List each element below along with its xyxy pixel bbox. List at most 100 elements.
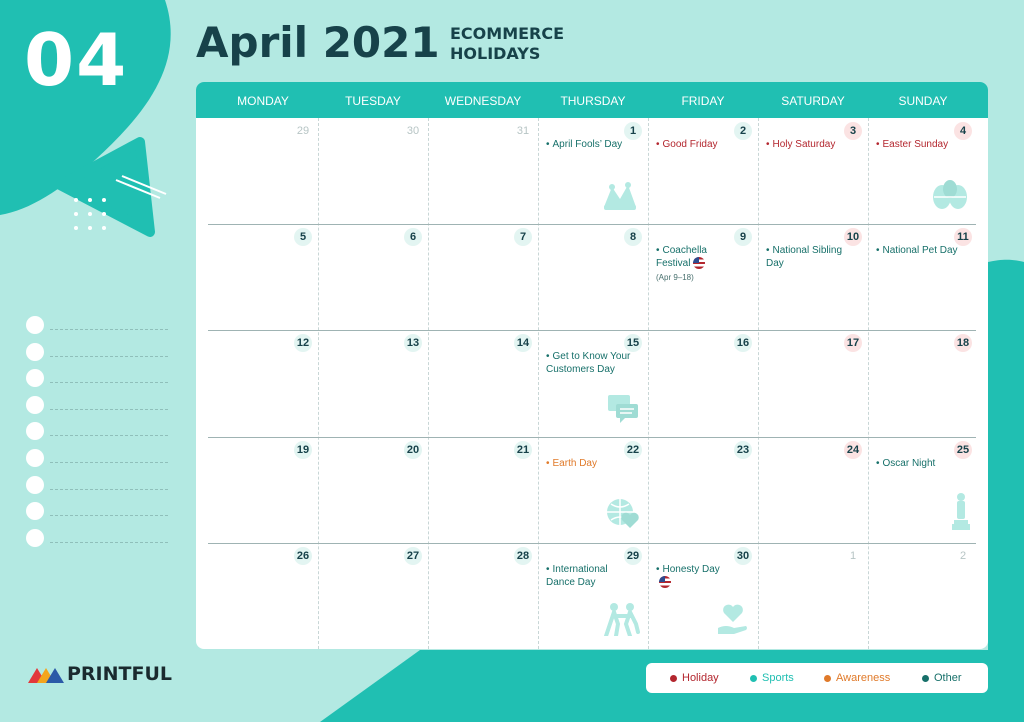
day-cell[interactable]: 31 bbox=[428, 118, 538, 224]
day-number: 21 bbox=[514, 441, 532, 459]
day-cell[interactable]: 8 bbox=[538, 224, 648, 330]
day-number: 29 bbox=[296, 125, 310, 137]
day-cell[interactable]: 19 bbox=[208, 437, 318, 543]
note-bullet bbox=[26, 475, 44, 494]
event-other[interactable]: • International Dance Day bbox=[546, 563, 634, 589]
day-number: 26 bbox=[294, 547, 312, 565]
day-cell[interactable]: 30 bbox=[318, 118, 428, 224]
chat-bubbles-icon bbox=[608, 395, 640, 428]
jester-hat-icon bbox=[600, 181, 640, 216]
day-cell[interactable]: 3 • Holy Saturday bbox=[758, 118, 868, 224]
day-cell[interactable]: 11 • National Pet Day bbox=[868, 224, 978, 330]
day-cell[interactable]: 6 bbox=[318, 224, 428, 330]
event-other[interactable]: • Get to Know Your Customers Day bbox=[546, 350, 634, 376]
event-label: Holy Saturday bbox=[772, 139, 836, 150]
day-cell[interactable]: 23 bbox=[648, 437, 758, 543]
day-number: 13 bbox=[404, 334, 422, 352]
day-cell[interactable]: 28 bbox=[428, 543, 538, 649]
day-cell[interactable]: 1 • April Fools’ Day bbox=[538, 118, 648, 224]
day-cell[interactable]: 22 • Earth Day bbox=[538, 437, 648, 543]
day-cell[interactable]: 29 bbox=[208, 118, 318, 224]
day-cell[interactable]: 15 • Get to Know Your Customers Day bbox=[538, 330, 648, 436]
day-cell[interactable]: 25 • Oscar Night bbox=[868, 437, 978, 543]
oscar-statue-icon bbox=[952, 492, 970, 535]
event-awareness[interactable]: • Earth Day bbox=[546, 457, 634, 470]
day-cell[interactable]: 30 • Honesty Day bbox=[648, 543, 758, 649]
dancers-icon bbox=[604, 602, 640, 641]
event-other[interactable]: • Coachella Festival (Apr 9–18) bbox=[656, 244, 744, 284]
day-cell[interactable]: 26 bbox=[208, 543, 318, 649]
event-holiday[interactable]: • Easter Sunday bbox=[876, 138, 964, 151]
weekday-label: FRIDAY bbox=[681, 94, 725, 108]
day-cell[interactable]: 9 • Coachella Festival (Apr 9–18) bbox=[648, 224, 758, 330]
us-flag-icon bbox=[693, 257, 706, 270]
day-cell[interactable]: 2 bbox=[868, 543, 978, 649]
event-label: Earth Day bbox=[552, 458, 597, 469]
day-cell[interactable]: 27 bbox=[318, 543, 428, 649]
weekday-label: THURSDAY bbox=[560, 94, 626, 108]
weekday-label: WEDNESDAY bbox=[444, 94, 522, 108]
day-cell[interactable]: 14 bbox=[428, 330, 538, 436]
day-number: 6 bbox=[404, 228, 422, 246]
day-cell[interactable]: 20 bbox=[318, 437, 428, 543]
note-bullet bbox=[26, 422, 44, 441]
day-number: 24 bbox=[844, 441, 862, 459]
event-label: Oscar Night bbox=[882, 458, 936, 469]
event-bullet: • bbox=[546, 458, 550, 469]
note-line bbox=[50, 408, 168, 410]
event-bullet: • bbox=[876, 458, 880, 469]
weekday-label: SUNDAY bbox=[898, 94, 948, 108]
day-cell[interactable]: 2 • Good Friday bbox=[648, 118, 758, 224]
day-number: 28 bbox=[514, 547, 532, 565]
legend-dot bbox=[922, 674, 929, 682]
event-other[interactable]: • Honesty Day bbox=[656, 563, 744, 589]
day-cell[interactable]: 24 bbox=[758, 437, 868, 543]
event-date-range: (Apr 9–18) bbox=[656, 273, 694, 282]
day-cell[interactable]: 1 bbox=[758, 543, 868, 649]
day-cell[interactable]: 16 bbox=[648, 330, 758, 436]
day-number: 8 bbox=[624, 228, 642, 246]
day-number: 23 bbox=[734, 441, 752, 459]
event-holiday[interactable]: • Holy Saturday bbox=[766, 138, 854, 151]
event-holiday[interactable]: • Good Friday bbox=[656, 138, 744, 151]
day-cell[interactable]: 5 bbox=[208, 224, 318, 330]
day-number: 31 bbox=[516, 125, 530, 137]
day-cell[interactable]: 18 bbox=[868, 330, 978, 436]
event-bullet: • bbox=[656, 245, 660, 256]
day-cell[interactable]: 4 • Easter Sunday bbox=[868, 118, 978, 224]
note-line bbox=[50, 462, 168, 463]
note-line bbox=[50, 355, 168, 357]
day-cell[interactable]: 12 bbox=[208, 330, 318, 436]
day-number: 2 bbox=[959, 550, 967, 562]
legend-item-awareness: Awareness bbox=[824, 672, 890, 684]
day-number: 20 bbox=[404, 441, 422, 459]
day-number: 5 bbox=[294, 228, 312, 246]
day-cell[interactable]: 29 • International Dance Day bbox=[538, 543, 648, 649]
subtitle-line2: HOLIDAYS bbox=[450, 44, 541, 63]
day-cell[interactable]: 13 bbox=[318, 330, 428, 436]
legend-dot bbox=[670, 674, 677, 682]
event-other[interactable]: • National Sibling Day bbox=[766, 244, 854, 270]
us-flag-icon bbox=[659, 576, 671, 589]
event-bullet: • bbox=[546, 564, 550, 575]
event-bullet: • bbox=[876, 139, 880, 150]
event-label: International Dance Day bbox=[546, 564, 608, 588]
event-other[interactable]: • National Pet Day bbox=[876, 244, 964, 257]
month-number: 04 bbox=[24, 18, 129, 102]
day-number: 7 bbox=[514, 228, 532, 246]
day-number: 17 bbox=[844, 334, 862, 352]
day-cell[interactable]: 17 bbox=[758, 330, 868, 436]
calendar-grid: MONDAY TUESDAY WEDNESDAY THURSDAY FRIDAY SATU… bbox=[196, 82, 988, 649]
note-line bbox=[50, 435, 168, 437]
day-cell[interactable]: 21 bbox=[428, 437, 538, 543]
event-label: Easter Sunday bbox=[882, 139, 949, 150]
day-cell[interactable]: 7 bbox=[428, 224, 538, 330]
page-subtitle: ECOMMERCE HOLIDAYS bbox=[450, 24, 564, 64]
day-cell[interactable]: 10 • National Sibling Day bbox=[758, 224, 868, 330]
day-number: 19 bbox=[294, 441, 312, 459]
legend-dot bbox=[750, 674, 757, 682]
subtitle-line1: ECOMMERCE bbox=[450, 24, 565, 43]
event-other[interactable]: • April Fools’ Day bbox=[546, 138, 634, 151]
day-number: 16 bbox=[734, 334, 752, 352]
event-other[interactable]: • Oscar Night bbox=[876, 457, 964, 470]
